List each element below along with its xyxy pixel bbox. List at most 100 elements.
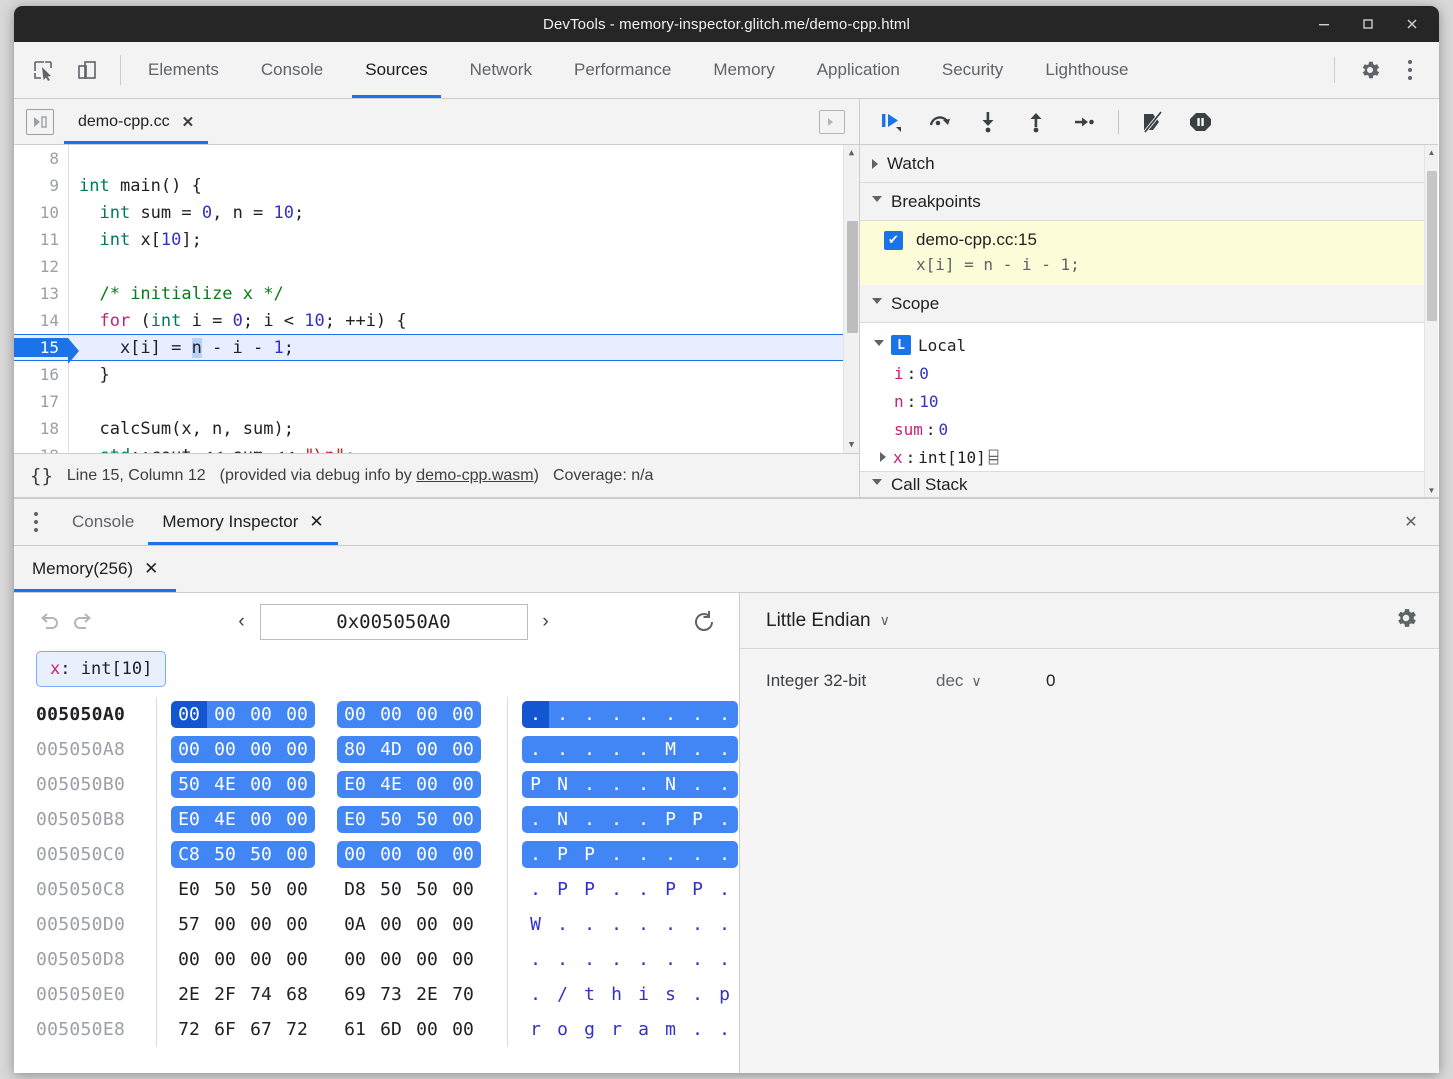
line-number[interactable]: 18 <box>14 419 68 438</box>
ascii-char[interactable]: . <box>711 911 738 938</box>
line-number[interactable]: 19 <box>14 446 68 453</box>
ascii-char[interactable]: . <box>630 841 657 868</box>
line-number[interactable]: 13 <box>14 284 68 303</box>
hex-byte[interactable]: 50 <box>243 876 279 903</box>
ascii-char[interactable]: . <box>603 771 630 798</box>
ascii-char[interactable]: . <box>630 946 657 973</box>
step-into-next-function-call-icon[interactable] <box>970 105 1006 139</box>
scrollbar-thumb[interactable] <box>1427 171 1437 321</box>
ascii-char[interactable]: N <box>549 806 576 833</box>
resume-script-execution-icon[interactable] <box>874 105 910 139</box>
hex-byte[interactable]: E0 <box>171 806 207 833</box>
reveal-in-memory-inspector-icon[interactable]: ⌸ <box>989 448 999 467</box>
ascii-char[interactable]: r <box>603 1016 630 1043</box>
line-number[interactable]: 9 <box>14 176 68 195</box>
line-number[interactable]: 11 <box>14 230 68 249</box>
address-input[interactable]: 0x005050A0 <box>260 604 528 640</box>
hex-byte[interactable]: 00 <box>243 806 279 833</box>
previous-page-button[interactable]: ‹ <box>231 607 253 637</box>
ascii-char[interactable]: . <box>549 911 576 938</box>
ascii-char[interactable]: . <box>711 841 738 868</box>
ascii-char[interactable]: P <box>576 876 603 903</box>
ascii-char[interactable]: . <box>711 806 738 833</box>
hex-byte[interactable]: 00 <box>409 701 445 728</box>
hex-byte[interactable]: 80 <box>337 736 373 763</box>
code-line-text[interactable]: /* initialize x */ <box>69 284 284 304</box>
ascii-char[interactable]: . <box>630 806 657 833</box>
hex-byte[interactable]: 50 <box>171 771 207 798</box>
ascii-char[interactable]: . <box>630 771 657 798</box>
hex-byte[interactable]: 50 <box>207 841 243 868</box>
file-tab-demo-cpp-cc[interactable]: demo-cpp.cc ✕ <box>64 99 208 144</box>
ascii-char[interactable]: . <box>603 911 630 938</box>
scope-variable-x[interactable]: x: int[10]⌸ <box>860 443 1438 471</box>
ascii-char[interactable]: . <box>684 911 711 938</box>
hex-byte[interactable]: 57 <box>171 911 207 938</box>
ascii-char[interactable]: . <box>711 946 738 973</box>
hex-byte[interactable]: 00 <box>243 946 279 973</box>
ascii-char[interactable]: P <box>549 876 576 903</box>
code-line[interactable]: 14 for (int i = 0; i < 10; ++i) { <box>14 307 859 334</box>
ascii-char[interactable]: . <box>549 946 576 973</box>
pause-on-exceptions-icon[interactable] <box>1183 105 1219 139</box>
ascii-char[interactable]: . <box>684 981 711 1008</box>
hex-byte[interactable]: 00 <box>445 736 481 763</box>
tab-security[interactable]: Security <box>921 42 1024 98</box>
hex-byte[interactable]: 73 <box>373 981 409 1008</box>
ascii-char[interactable]: i <box>630 981 657 1008</box>
code-line[interactable]: 15 x[i] = n - i - 1; <box>14 334 859 361</box>
ascii-char[interactable]: / <box>549 981 576 1008</box>
debugger-scrollbar[interactable]: ▲ ▼ <box>1424 145 1438 497</box>
hex-byte[interactable]: 00 <box>171 701 207 728</box>
hex-byte[interactable]: E0 <box>337 771 373 798</box>
hex-byte[interactable]: 00 <box>409 771 445 798</box>
hex-byte[interactable]: 00 <box>445 701 481 728</box>
hex-byte[interactable]: 50 <box>409 806 445 833</box>
ascii-char[interactable]: . <box>576 701 603 728</box>
line-number[interactable]: 17 <box>14 392 68 411</box>
hex-byte[interactable]: 4D <box>373 736 409 763</box>
ascii-char[interactable]: a <box>630 1016 657 1043</box>
maximize-button[interactable] <box>1349 9 1387 39</box>
ascii-char[interactable]: . <box>657 946 684 973</box>
close-icon[interactable]: ✕ <box>144 559 158 579</box>
ascii-char[interactable]: P <box>684 876 711 903</box>
hex-byte[interactable]: 6F <box>207 1016 243 1043</box>
hex-byte[interactable]: 00 <box>409 946 445 973</box>
hex-byte[interactable]: 50 <box>207 876 243 903</box>
code-line[interactable]: 11 int x[10]; <box>14 226 859 253</box>
ascii-char[interactable]: W <box>522 911 549 938</box>
hex-byte[interactable]: 00 <box>373 841 409 868</box>
deactivate-breakpoints-icon[interactable] <box>1135 105 1171 139</box>
hex-byte[interactable]: 00 <box>207 736 243 763</box>
line-number[interactable]: 16 <box>14 365 68 384</box>
step-icon[interactable] <box>1066 105 1102 139</box>
scope-local-root[interactable]: L Local <box>860 331 1438 359</box>
breakpoint-checkbox[interactable]: ✔ <box>884 231 903 250</box>
ascii-char[interactable]: . <box>684 701 711 728</box>
hex-byte[interactable]: 00 <box>279 701 315 728</box>
section-scope[interactable]: Scope <box>860 285 1438 323</box>
memory-row[interactable]: 005050E02E2F746869732E70./this.p <box>36 977 739 1012</box>
hex-byte[interactable]: E0 <box>171 876 207 903</box>
hex-byte[interactable]: 6D <box>373 1016 409 1043</box>
hex-byte[interactable]: 61 <box>337 1016 373 1043</box>
code-line[interactable]: 10 int sum = 0, n = 10; <box>14 199 859 226</box>
memory-row[interactable]: 005050C0C850500000000000.PP..... <box>36 837 739 872</box>
kebab-menu-icon[interactable] <box>1393 53 1427 87</box>
scope-variable-i[interactable]: i: 0 <box>860 359 1438 387</box>
code-line[interactable]: 16 } <box>14 361 859 388</box>
ascii-char[interactable]: . <box>657 841 684 868</box>
ascii-char[interactable]: r <box>522 1016 549 1043</box>
hex-byte[interactable]: D8 <box>337 876 373 903</box>
hex-byte[interactable]: 4E <box>207 771 243 798</box>
show-debugger-sidebar-icon[interactable] <box>819 110 845 134</box>
code-line-text[interactable] <box>69 149 89 169</box>
ascii-char[interactable]: . <box>711 701 738 728</box>
ascii-char[interactable]: N <box>657 771 684 798</box>
ascii-char[interactable]: . <box>549 701 576 728</box>
hex-byte[interactable]: C8 <box>171 841 207 868</box>
hex-byte[interactable]: 00 <box>445 911 481 938</box>
hex-byte[interactable]: 00 <box>279 946 315 973</box>
hex-byte[interactable]: 00 <box>207 911 243 938</box>
